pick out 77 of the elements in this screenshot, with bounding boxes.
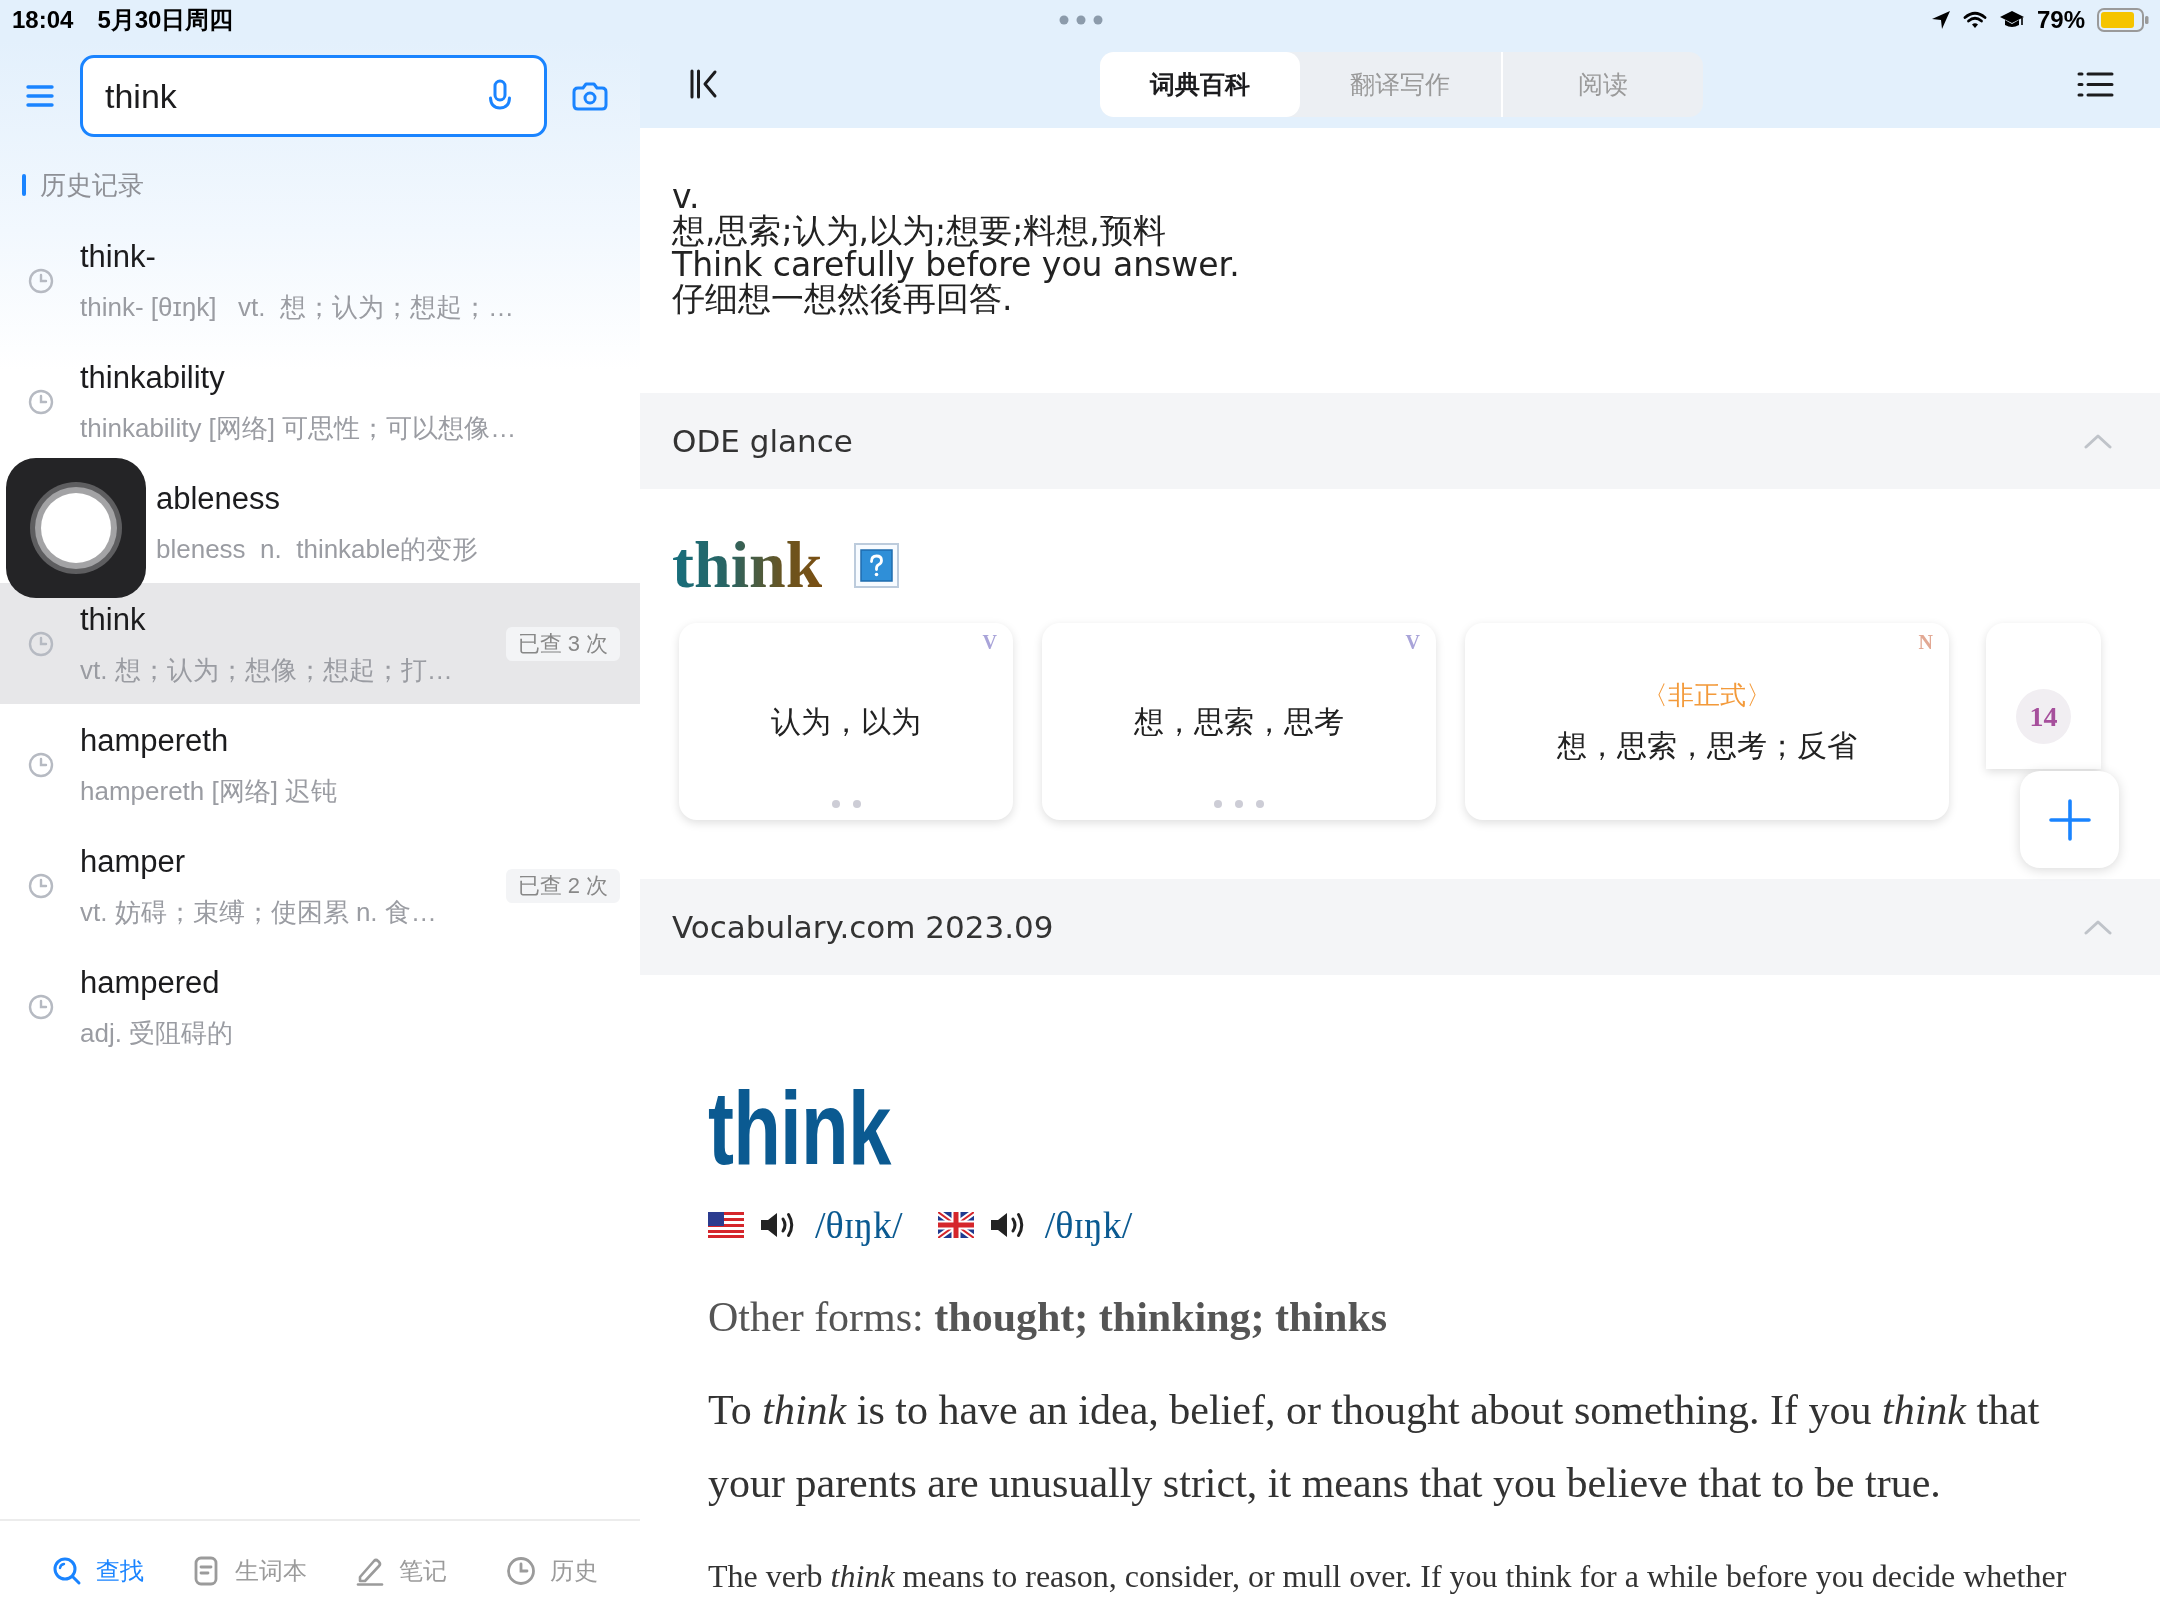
history-item[interactable]: think vt. 想；认为；想像；想起；打… 已查 3 次 — [0, 583, 640, 704]
plus-icon — [2047, 797, 2092, 842]
status-date: 5月30日周四 — [97, 5, 234, 35]
clock-icon — [28, 993, 54, 1020]
pronunciation-text: /θɪŋk/ — [815, 1203, 903, 1247]
more-card[interactable]: 14 — [1986, 623, 2101, 769]
sense-card[interactable]: V 认为，以为 — [679, 623, 1013, 820]
history-definition: vt. 妨碍；束缚；使困累 n. 食… — [80, 896, 437, 929]
battery-icon — [2097, 8, 2150, 32]
camera-icon[interactable] — [572, 81, 608, 111]
clock-icon — [28, 388, 54, 415]
part-of-speech-label: N — [1918, 630, 1933, 655]
sense-text: 想，思索，思考；反省 — [1557, 727, 1857, 764]
section-header[interactable]: ODE glance — [640, 393, 2160, 489]
history-item[interactable]: hamper vt. 妨碍；束缚；使困累 n. 食… 已查 2 次 — [0, 825, 640, 946]
part-of-speech-label: V — [982, 630, 997, 655]
other-forms-text: Other forms: thought; thinking; thinks — [708, 1293, 1388, 1342]
clock-icon — [28, 751, 54, 778]
part-of-speech-label: V — [1405, 630, 1420, 655]
clock-icon — [506, 1555, 537, 1586]
battery-percentage: 79% — [2036, 5, 2085, 35]
lookup-count-badge: 已查 2 次 — [505, 868, 620, 903]
long-definition: The verb think means to reason, consider, or mull over. If you think for a while before you decide whether — [708, 1557, 2067, 1596]
count-badge: 14 — [2016, 689, 2071, 744]
history-item[interactable]: ableness bleness n. thinkable的变形 — [0, 462, 640, 583]
wifi-icon — [1962, 11, 1987, 29]
short-definition: To think is to have an idea, belief, or thought about something. If you think that your parents are unusually strict, it means that you believe that to be true. — [708, 1386, 2041, 1508]
history-word: think — [80, 601, 147, 639]
section-header[interactable]: Vocabulary.com 2023.09 — [640, 879, 2160, 975]
list-icon[interactable] — [2077, 70, 2114, 98]
history-word: hampereth — [80, 722, 230, 760]
sense-card[interactable]: V 想，思索，思考 — [1042, 623, 1436, 820]
history-item[interactable]: hampered adj. 受阻碍的 — [0, 946, 640, 1067]
history-word: think- — [80, 238, 157, 276]
search-icon — [51, 1555, 82, 1586]
clock-icon — [28, 267, 54, 294]
collapse-sidebar-icon[interactable] — [689, 68, 719, 100]
us-flag-icon — [708, 1212, 744, 1238]
headword: think — [708, 1076, 891, 1180]
sense-text: 认为，以为 — [771, 703, 921, 740]
history-definition: thinkability [网络] 可思性；可以想像… — [80, 412, 517, 445]
history-word: thinkability — [80, 359, 226, 397]
clock-icon — [28, 630, 54, 657]
nav-tab[interactable]: 查找 — [22, 1546, 174, 1595]
history-word: hampered — [80, 964, 221, 1002]
lookup-count-badge: 已查 3 次 — [505, 626, 620, 661]
tab[interactable]: 词典百科 — [1100, 51, 1301, 117]
history-word: ableness — [156, 480, 282, 518]
history-word: hamper — [80, 843, 187, 881]
accent-bar-icon — [22, 174, 26, 196]
location-arrow-icon — [1930, 10, 1951, 30]
history-definition: vt. 想；认为；想像；想起；打… — [80, 654, 453, 687]
menu-icon[interactable] — [26, 85, 54, 107]
uk-flag-icon — [937, 1212, 974, 1238]
search-field[interactable]: think — [80, 55, 547, 137]
clock-icon — [28, 872, 54, 899]
history-definition: adj. 受阻碍的 — [80, 1017, 234, 1050]
add-button[interactable] — [2020, 771, 2119, 868]
pronunciation-text: /θɪŋk/ — [1044, 1203, 1133, 1247]
assistive-touch-button[interactable] — [6, 458, 146, 598]
history-item[interactable]: think- think- [θɪŋk] vt. 想；认为；想起；… — [0, 220, 640, 341]
history-definition: hampereth [网络] 迟钝 — [80, 775, 338, 808]
status-time: 18:04 — [12, 5, 74, 35]
graduation-cap-icon — [1998, 10, 2025, 30]
register-label: 〈非正式〉 — [1642, 678, 1772, 712]
history-item[interactable]: thinkability thinkability [网络] 可思性；可以想像… — [0, 341, 640, 462]
history-item[interactable]: hampereth hampereth [网络] 迟钝 — [0, 704, 640, 825]
history-definition: think- [θɪŋk] vt. 想；认为；想起；… — [80, 291, 514, 324]
sense-text: 想，思索，思考 — [1134, 703, 1344, 740]
history-definition: bleness n. thinkable的变形 — [156, 533, 479, 566]
sense-card[interactable]: N 〈非正式〉 想，思索，思考；反省 — [1465, 623, 1949, 820]
part-of-speech: v. — [672, 180, 700, 214]
help-icon[interactable] — [854, 542, 900, 588]
example-sentence: Think carefully before you answer. — [672, 248, 1240, 282]
history-heading: 历史记录 — [40, 170, 144, 200]
definition-text: 想,思索;认为,以为;想要;料想,预料 — [672, 214, 1166, 248]
example-translation: 仔细想一想然後再回答. — [672, 282, 1013, 316]
